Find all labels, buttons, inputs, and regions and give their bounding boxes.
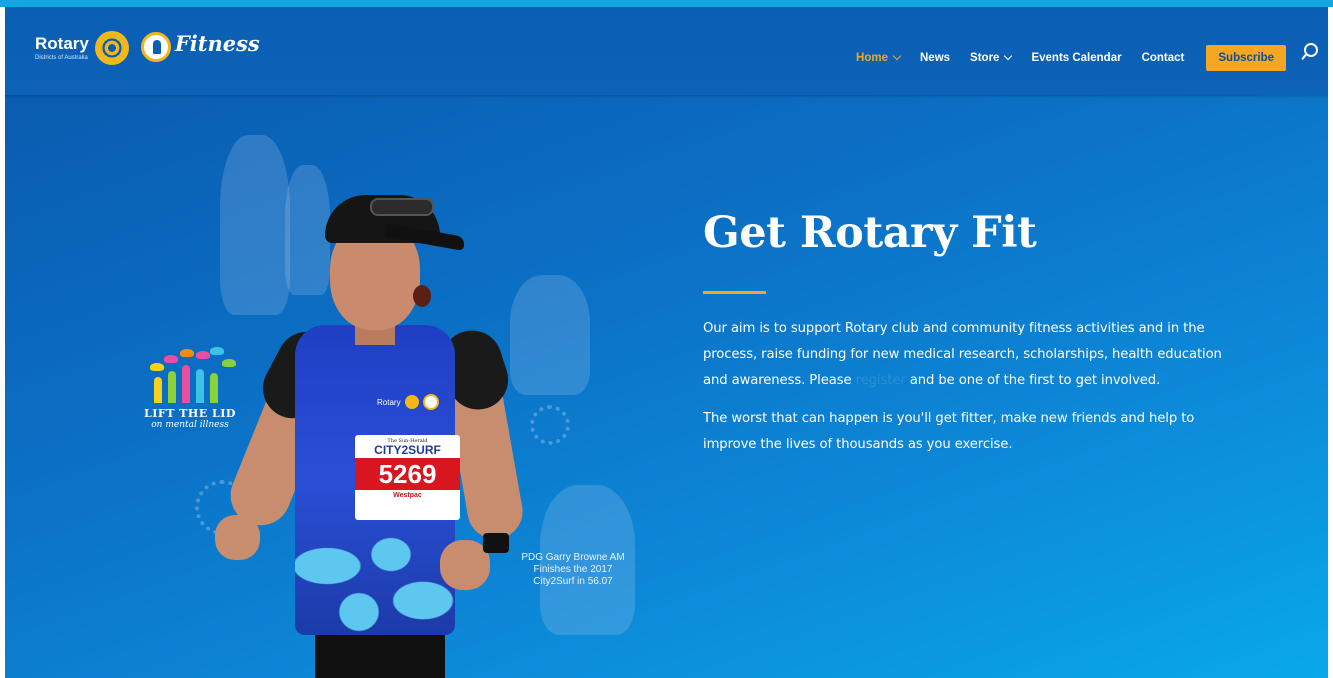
secondary-paragraph: The worst that can happen is you'll get … bbox=[703, 411, 1195, 452]
nav-item-store[interactable]: Store bbox=[970, 51, 1013, 64]
hero-section: LIFT THE LID on mental illness Rotary Th… bbox=[5, 95, 1328, 678]
chevron-down-icon bbox=[1004, 51, 1013, 61]
nav-item-label: Store bbox=[970, 52, 1000, 64]
jersey-text: Rotary bbox=[377, 397, 401, 407]
rotary-wheel-icon bbox=[404, 395, 419, 409]
register-link[interactable]: register bbox=[856, 373, 906, 388]
title-divider bbox=[703, 291, 766, 294]
runner-hand bbox=[215, 515, 260, 560]
watch-icon bbox=[483, 533, 509, 553]
intro-text-end: and be one of the first to get involved. bbox=[905, 373, 1161, 388]
top-accent-strip bbox=[0, 0, 1333, 7]
page-frame: Rotary Districts of Australia Fitness Ho… bbox=[5, 7, 1328, 678]
photo-caption: PDG Garry Browne AM Finishes the 2017 Ci… bbox=[521, 552, 625, 587]
site-header: Rotary Districts of Australia Fitness Ho… bbox=[5, 7, 1328, 95]
nav-item-home[interactable]: Home bbox=[856, 51, 902, 64]
site-logo[interactable]: Rotary Districts of Australia Fitness bbox=[35, 31, 260, 75]
rotary-districts: Districts of Australia bbox=[35, 55, 88, 61]
runner-photo: Rotary The Sun-Herald CITY2SURF 5269 Wes… bbox=[200, 190, 560, 678]
race-bib: The Sun-Herald CITY2SURF 5269 Westpac bbox=[355, 435, 460, 520]
fitness-badge-icon bbox=[422, 394, 439, 410]
rotary-wordmark: Rotary Districts of Australia bbox=[35, 35, 89, 62]
nav-item-label: Events Calendar bbox=[1031, 52, 1122, 64]
intro-paragraph: Our aim is to support Rotary club and co… bbox=[703, 316, 1223, 394]
rotary-word: Rotary bbox=[35, 34, 89, 53]
fitness-badge-icon bbox=[140, 32, 171, 62]
search-icon[interactable] bbox=[1304, 43, 1318, 57]
jersey-rotary-logo: Rotary bbox=[377, 394, 439, 410]
nav-item-contact[interactable]: Contact bbox=[1142, 52, 1185, 64]
bib-event: CITY2SURF bbox=[374, 443, 441, 457]
fitness-wordmark: Fitness bbox=[174, 31, 260, 56]
chevron-down-icon bbox=[892, 51, 902, 61]
nav-item-news[interactable]: News bbox=[920, 52, 950, 64]
hero-content: Get Rotary Fit Our aim is to support Rot… bbox=[703, 207, 1223, 470]
runner-singlet-pattern bbox=[295, 520, 455, 635]
bib-number: 5269 bbox=[355, 458, 460, 490]
subscribe-button[interactable]: Subscribe bbox=[1206, 45, 1286, 71]
main-nav: Home News Store Events Calendar Contact … bbox=[856, 45, 1286, 71]
runner-shorts bbox=[315, 630, 445, 678]
nav-item-label: Contact bbox=[1141, 52, 1185, 64]
page-title: Get Rotary Fit bbox=[703, 208, 1037, 258]
nav-item-label: Home bbox=[856, 52, 888, 64]
nav-item-label: News bbox=[920, 52, 951, 64]
nav-item-events-calendar[interactable]: Events Calendar bbox=[1031, 52, 1121, 64]
sunglasses-icon bbox=[370, 198, 434, 216]
runner-mouth bbox=[413, 285, 431, 307]
bib-sponsor: Westpac bbox=[393, 492, 422, 499]
rotary-wheel-icon bbox=[94, 31, 129, 65]
